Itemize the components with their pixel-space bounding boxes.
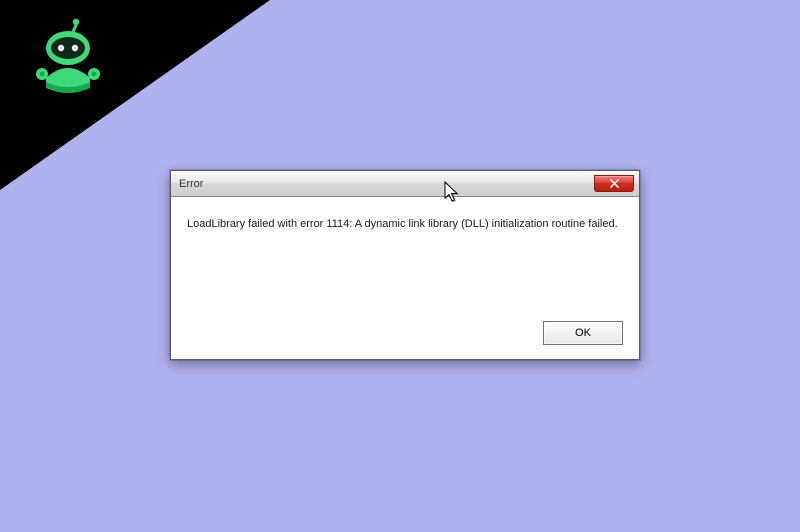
titlebar[interactable]: Error	[171, 171, 639, 197]
dialog-title: Error	[171, 178, 594, 190]
close-button[interactable]	[594, 175, 634, 192]
close-icon	[610, 179, 619, 188]
dialog-body: LoadLibrary failed with error 1114: A dy…	[171, 197, 639, 359]
button-row: OK	[187, 313, 623, 345]
robot-logo	[28, 18, 108, 103]
ok-button[interactable]: OK	[543, 321, 623, 345]
error-dialog: Error LoadLibrary failed with error 1114…	[170, 170, 640, 360]
error-message: LoadLibrary failed with error 1114: A dy…	[187, 217, 623, 313]
